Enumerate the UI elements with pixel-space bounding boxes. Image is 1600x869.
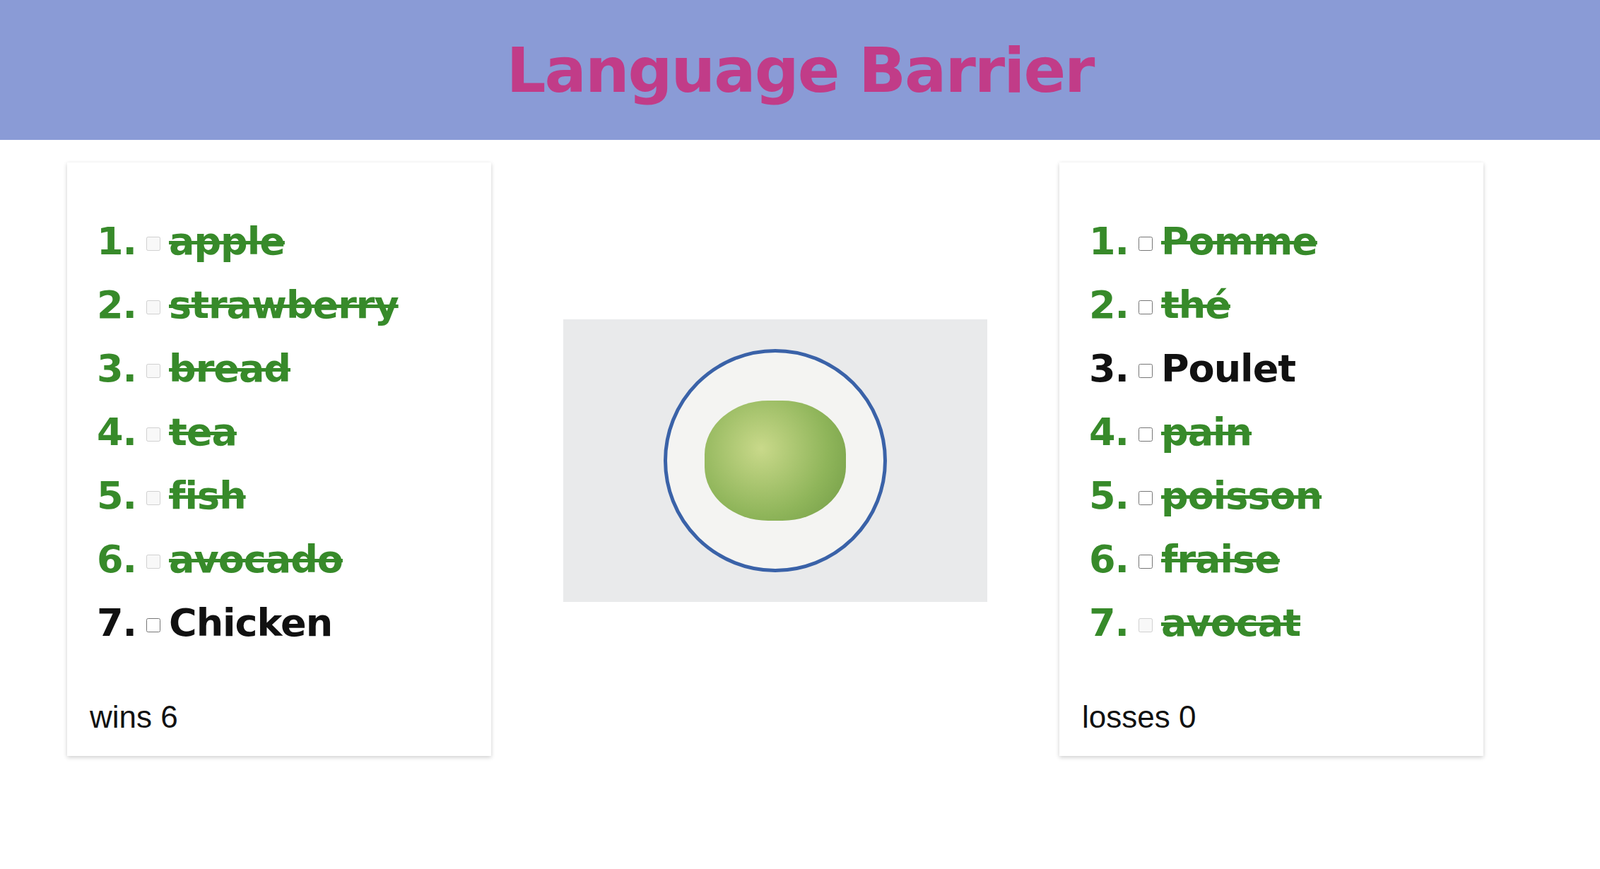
- word-item[interactable]: 7. Chicken: [81, 590, 478, 655]
- word-item[interactable]: 1. Pomme: [1073, 209, 1470, 273]
- word-item[interactable]: 7. avocat: [1073, 590, 1470, 655]
- english-card: 1. apple 2. strawberry 3. bread 4. tea 5. fish 6. a…: [67, 162, 492, 757]
- item-number: 5.: [1073, 473, 1129, 519]
- word-item[interactable]: 3. bread: [81, 336, 478, 400]
- word-item[interactable]: 6. avocado: [81, 527, 478, 591]
- word-checkbox[interactable]: [146, 427, 161, 442]
- score: losses 0: [1073, 699, 1470, 735]
- item-number: 1.: [81, 219, 137, 264]
- word-label[interactable]: thé: [1161, 282, 1231, 328]
- word-checkbox[interactable]: [146, 491, 161, 506]
- word-label[interactable]: fraise: [1161, 537, 1280, 582]
- header: Language Barrier: [0, 0, 1600, 140]
- word-item[interactable]: 6. fraise: [1073, 527, 1470, 591]
- french-card: 1. Pomme 2. thé 3. Poulet 4. pain 5. poisson 6. fra…: [1059, 162, 1484, 757]
- title: Language Barrier: [506, 33, 1094, 107]
- word-list: 1. Pomme 2. thé 3. Poulet 4. pain 5. poisson 6. fra…: [1073, 209, 1470, 655]
- word-label[interactable]: pain: [1161, 409, 1252, 455]
- avocado-icon: [704, 400, 846, 521]
- item-number: 6.: [81, 537, 137, 582]
- word-checkbox[interactable]: [1138, 427, 1153, 442]
- word-item[interactable]: 1. apple: [81, 209, 478, 273]
- word-label[interactable]: avocado: [168, 537, 343, 582]
- item-number: 5.: [81, 473, 137, 519]
- word-checkbox[interactable]: [1138, 236, 1153, 251]
- word-item[interactable]: 2. thé: [1073, 272, 1470, 337]
- word-item[interactable]: 4. pain: [1073, 400, 1470, 464]
- word-label[interactable]: avocat: [1161, 600, 1301, 646]
- word-label[interactable]: bread: [168, 346, 291, 391]
- item-number: 4.: [1073, 409, 1129, 455]
- word-item[interactable]: 5. fish: [81, 463, 478, 528]
- item-number: 7.: [1073, 600, 1129, 646]
- word-item[interactable]: 4. tea: [81, 400, 478, 464]
- word-label[interactable]: Chicken: [168, 600, 333, 646]
- photo: [563, 319, 988, 603]
- word-label[interactable]: apple: [168, 219, 285, 264]
- word-checkbox[interactable]: [146, 554, 161, 569]
- word-checkbox[interactable]: [1138, 363, 1153, 379]
- word-label[interactable]: strawberry: [168, 282, 399, 328]
- word-checkbox[interactable]: [146, 300, 161, 315]
- word-checkbox[interactable]: [146, 363, 161, 379]
- item-number: 2.: [1073, 282, 1129, 328]
- word-checkbox[interactable]: [1138, 300, 1153, 315]
- word-item[interactable]: 5. poisson: [1073, 463, 1470, 528]
- word-checkbox[interactable]: [1138, 618, 1153, 633]
- game-area: 1. apple 2. strawberry 3. bread 4. tea 5. fish 6. a…: [0, 139, 1600, 757]
- word-checkbox[interactable]: [1138, 491, 1153, 506]
- item-number: 3.: [1073, 346, 1129, 391]
- item-number: 1.: [1073, 219, 1129, 264]
- word-label[interactable]: Pomme: [1161, 219, 1318, 264]
- word-list: 1. apple 2. strawberry 3. bread 4. tea 5. fish 6. a…: [81, 209, 478, 655]
- word-label[interactable]: poisson: [1161, 473, 1322, 519]
- item-number: 2.: [81, 282, 137, 328]
- item-number: 6.: [1073, 537, 1129, 582]
- item-number: 3.: [81, 346, 137, 391]
- word-item[interactable]: 2. strawberry: [81, 272, 478, 337]
- word-checkbox[interactable]: [1138, 554, 1153, 569]
- word-label[interactable]: fish: [168, 473, 246, 519]
- item-number: 7.: [81, 600, 137, 646]
- word-checkbox[interactable]: [146, 618, 161, 633]
- word-label[interactable]: Poulet: [1161, 346, 1296, 391]
- word-checkbox[interactable]: [146, 236, 161, 251]
- score: wins 6: [81, 699, 478, 735]
- bowl-icon: [663, 349, 887, 573]
- word-item[interactable]: 3. Poulet: [1073, 336, 1470, 400]
- word-label[interactable]: tea: [168, 409, 237, 455]
- item-number: 4.: [81, 409, 137, 455]
- page: Language Barrier 1. apple 2. strawberry 3. bre…: [0, 0, 1600, 869]
